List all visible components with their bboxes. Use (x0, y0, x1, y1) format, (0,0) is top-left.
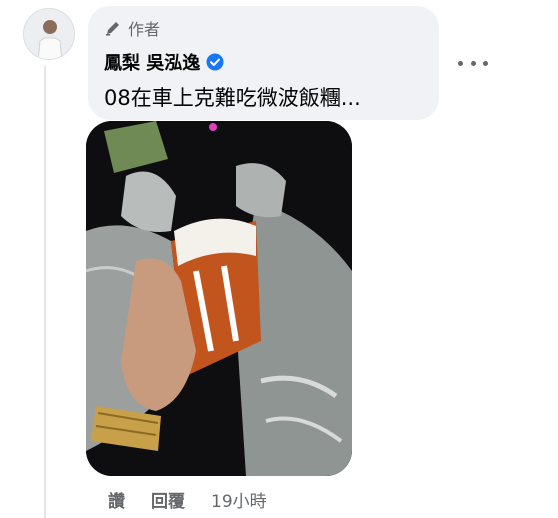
comment-photo[interactable] (86, 121, 352, 476)
author-badge: 作者 (104, 16, 423, 40)
comment-bubble: 作者 鳳梨 吳泓逸 08在車上克難吃微波飯糰... (88, 6, 439, 120)
pen-icon (106, 22, 119, 36)
more-options-icon[interactable] (458, 53, 488, 73)
author-badge-label: 作者 (128, 20, 161, 39)
avatar[interactable] (23, 8, 75, 60)
verified-badge-icon (206, 53, 224, 71)
timestamp-link[interactable]: 19小時 (211, 487, 267, 512)
like-button[interactable]: 讚 (108, 487, 125, 512)
avatar-photo (24, 9, 74, 59)
photo-image (86, 121, 352, 476)
comment-actions: 讚 回覆 19小時 (108, 487, 267, 512)
comment-text: 08在車上克難吃微波飯糰... (104, 86, 361, 110)
reply-button[interactable]: 回覆 (151, 487, 185, 512)
author-name[interactable]: 鳳梨 吳泓逸 (104, 49, 200, 75)
thread-line (44, 66, 46, 518)
